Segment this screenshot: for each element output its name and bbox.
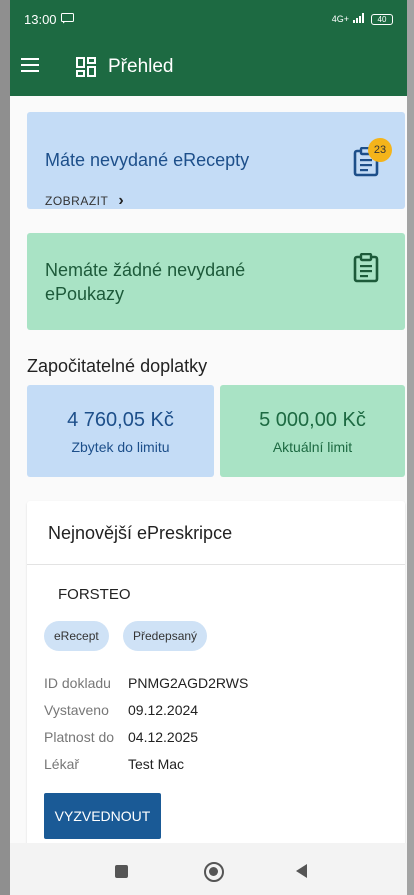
menu-button[interactable] [10,44,58,90]
circle-icon[interactable] [204,862,224,882]
remaining-limit-card: 4 760,05 Kč Zbytek do limitu [27,385,214,477]
detail-row-doctor: Lékař Test Mac [44,756,184,772]
signal-icon [353,13,367,25]
detail-value: Test Mac [128,756,185,772]
page-title: Přehled [108,56,174,77]
screen-frame-left [0,0,10,895]
remaining-value: 4 760,05 Kč [67,409,174,431]
detail-value: PNMG2AGD2RWS [128,675,249,691]
screen-frame-right [407,0,414,895]
detail-label: Platnost do [44,729,115,745]
battery-icon: 40 [371,13,393,25]
epoukaz-clipboard [353,252,379,288]
status-bar: 13:00 4G+ 40 [10,0,407,38]
back-triangle-icon[interactable] [296,864,307,878]
detail-value: 09.12.2024 [128,702,199,718]
chevron-right-icon: › [118,192,125,209]
current-limit-card: 5 000,00 Kč Aktuální limit [220,385,405,477]
system-nav-bar [10,843,407,895]
epoukaz-card[interactable]: Nemáte žádné nevydané ePoukazy [27,233,405,330]
phone-screen: 13:00 4G+ 40 Přehled Máte nevydané eRece… [10,0,407,895]
detail-row-issued: Vystaveno 09.12.2024 [44,702,198,718]
toolbar: Přehled [10,44,407,90]
detail-row-valid: Platnost do 04.12.2025 [44,729,198,745]
remaining-label: Zbytek do limitu [71,439,170,455]
status-chip: Předepsaný [123,621,208,651]
clipboard-icon [353,146,379,181]
drug-name: FORSTEO [58,586,131,603]
app-bar: 13:00 4G+ 40 Přehled [10,0,407,96]
network-type: 4G+ [331,14,349,24]
panel-title: Nejnovější ePreskripce [48,523,233,543]
latest-prescription-panel: Nejnovější ePreskripce FORSTEO eRecept P… [27,501,405,843]
type-chip: eRecept [44,621,109,651]
erecept-card-title: Máte nevydané eRecepty [45,150,250,170]
show-link-label: ZOBRAZIT [45,194,109,208]
detail-row-id: ID dokladu PNMG2AGD2RWS [44,675,248,691]
clipboard-icon [353,252,379,287]
detail-value: 04.12.2025 [128,729,199,745]
status-right: 4G+ 40 [332,13,393,25]
message-icon [60,12,74,27]
erecept-card[interactable]: Máte nevydané eRecepty ZOBRAZIT › 23 [27,112,405,209]
detail-label: Lékař [44,756,80,772]
erecept-clipboard: 23 [353,138,392,182]
copayments-section-title: Započitatelné doplatky [27,356,208,376]
detail-label: ID dokladu [44,675,111,691]
epoukaz-card-title: Nemáte žádné nevydané ePoukazy [45,260,246,304]
limit-value: 5 000,00 Kč [259,409,366,431]
status-time: 13:00 [24,11,57,27]
dashboard-content: Máte nevydané eRecepty ZOBRAZIT › 23 Nem… [10,96,407,843]
detail-label: Vystaveno [44,702,109,718]
erecept-count-badge: 23 [368,138,392,162]
square-icon[interactable] [115,865,128,878]
status-left: 13:00 [24,12,74,27]
limit-label: Aktuální limit [272,439,353,455]
pick-up-button[interactable]: VYZVEDNOUT [44,793,161,839]
panel-header: Nejnovější ePreskripce [27,501,405,565]
show-erecepts-link[interactable]: ZOBRAZIT › [45,192,124,210]
menu-icon [21,57,39,77]
dashboard-icon [76,57,96,77]
